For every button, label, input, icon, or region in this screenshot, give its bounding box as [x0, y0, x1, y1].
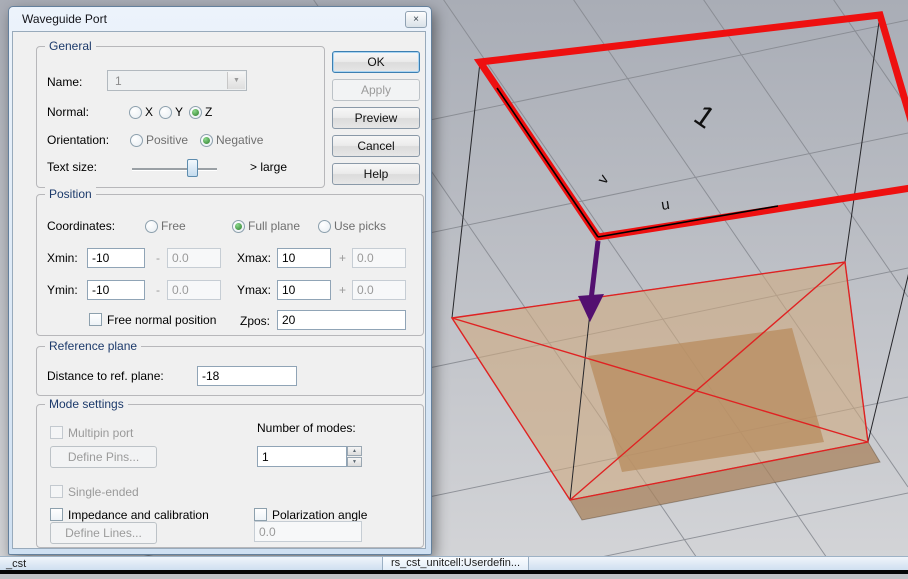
waveguide-port-dialog: Waveguide Port × General Name: 1 ▼ Norma… — [8, 6, 432, 555]
free-normal-position-label: Free normal position — [107, 313, 217, 327]
position-group: Position Coordinates: Free Full plane Us… — [36, 187, 424, 336]
ymax-input[interactable] — [277, 280, 331, 300]
text-size-slider-thumb[interactable] — [187, 159, 198, 177]
coord-use-picks-label: Use picks — [334, 219, 387, 233]
number-of-modes-label: Number of modes: — [257, 421, 356, 435]
coord-free-radio[interactable] — [145, 220, 158, 233]
free-normal-position-checkbox[interactable] — [89, 313, 102, 326]
text-size-slider-track[interactable] — [132, 168, 217, 171]
zpos-input[interactable] — [277, 310, 406, 330]
ymin-input[interactable] — [87, 280, 145, 300]
bottom-black-bar — [0, 570, 908, 574]
xmin-minus-sign: - — [156, 251, 160, 265]
impedance-calibration-label: Impedance and calibration — [68, 508, 209, 522]
normal-label: Normal: — [47, 105, 90, 119]
normal-x-radio[interactable] — [129, 106, 142, 119]
single-ended-checkbox — [50, 485, 63, 498]
normal-x-label: X — [145, 105, 154, 119]
preview-button[interactable]: Preview — [332, 107, 420, 129]
position-group-label: Position — [45, 187, 96, 201]
general-group: General Name: 1 ▼ Normal: X Y Z Orientat… — [36, 39, 325, 188]
zpos-label: Zpos: — [240, 314, 271, 328]
window-caption-fragment: _cst — [6, 558, 27, 570]
cancel-button[interactable]: Cancel — [332, 135, 420, 157]
distance-ref-plane-input[interactable] — [197, 366, 297, 386]
help-button[interactable]: Help — [332, 163, 420, 185]
coord-full-plane-radio[interactable] — [232, 220, 245, 233]
general-group-label: General — [45, 39, 96, 53]
text-size-label: Text size: — [47, 160, 98, 174]
ymax-label: Ymax: — [237, 283, 272, 297]
orientation-positive-label: Positive — [146, 133, 189, 147]
xmax-offset-input — [352, 248, 406, 268]
number-of-modes-input[interactable] — [257, 446, 347, 467]
ymin-minus-sign: - — [156, 283, 160, 297]
close-button[interactable]: × — [405, 11, 427, 28]
polarization-angle-checkbox[interactable] — [254, 508, 267, 521]
xmax-input[interactable] — [277, 248, 331, 268]
orientation-positive-radio[interactable] — [130, 134, 143, 147]
distance-ref-plane-label: Distance to ref. plane: — [47, 369, 164, 383]
normal-z-label: Z — [205, 105, 213, 119]
ymax-offset-input — [352, 280, 406, 300]
ymin-offset-input — [167, 280, 221, 300]
orientation-negative-radio[interactable] — [200, 134, 213, 147]
multipin-port-checkbox — [50, 426, 63, 439]
mode-settings-group: Mode settings Multipin port Number of mo… — [36, 397, 424, 548]
text-size-hint: > large — [250, 160, 288, 174]
xmin-input[interactable] — [87, 248, 145, 268]
name-label: Name: — [47, 75, 83, 89]
ymax-plus-sign: + — [339, 283, 347, 297]
dialog-titlebar[interactable]: Waveguide Port × — [9, 7, 431, 31]
number-of-modes-stepper[interactable]: ▲ ▼ — [347, 446, 362, 467]
close-icon: × — [413, 14, 419, 25]
xmax-label: Xmax: — [237, 251, 272, 265]
mode-settings-group-label: Mode settings — [45, 397, 128, 411]
normal-y-radio[interactable] — [159, 106, 172, 119]
ymin-label: Ymin: — [47, 283, 78, 297]
name-value: 1 — [115, 74, 122, 88]
impedance-calibration-checkbox[interactable] — [50, 508, 63, 521]
orientation-label: Orientation: — [47, 133, 110, 147]
xmin-offset-input — [167, 248, 221, 268]
reference-plane-group: Reference plane Distance to ref. plane: — [36, 339, 424, 396]
taskbar-item-caption[interactable]: rs_cst_unitcell:Userdefin... — [382, 557, 529, 570]
coord-free-label: Free — [161, 219, 186, 233]
polarization-angle-label: Polarization angle — [272, 508, 368, 522]
define-lines-button: Define Lines... — [50, 522, 157, 544]
xmin-label: Xmin: — [47, 251, 78, 265]
normal-y-label: Y — [175, 105, 184, 119]
spin-up-icon[interactable]: ▲ — [347, 446, 362, 456]
spin-down-icon[interactable]: ▼ — [347, 457, 362, 467]
orientation-negative-label: Negative — [216, 133, 264, 147]
apply-button: Apply — [332, 79, 420, 101]
background-window-strip: _cst rs_cst_unitcell:Userdefin... — [0, 556, 908, 570]
chevron-down-icon: ▼ — [227, 72, 245, 89]
name-dropdown: 1 ▼ — [107, 70, 247, 91]
single-ended-label: Single-ended — [68, 485, 139, 499]
ok-button[interactable]: OK — [332, 51, 420, 73]
xmax-plus-sign: + — [339, 251, 347, 265]
dialog-title: Waveguide Port — [22, 12, 107, 26]
multipin-port-label: Multipin port — [68, 426, 134, 440]
polarization-angle-input — [254, 521, 362, 542]
define-pins-button: Define Pins... — [50, 446, 157, 468]
coordinates-label: Coordinates: — [47, 219, 116, 233]
coord-use-picks-radio[interactable] — [318, 220, 331, 233]
reference-plane-group-label: Reference plane — [45, 339, 142, 353]
normal-z-radio[interactable] — [189, 106, 202, 119]
coord-full-plane-label: Full plane — [248, 219, 301, 233]
